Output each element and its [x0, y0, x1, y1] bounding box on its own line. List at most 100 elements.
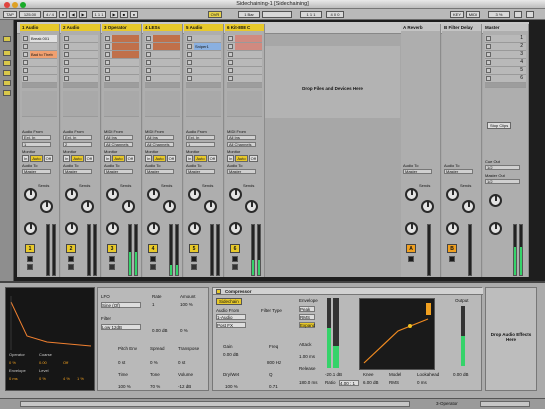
peak-button[interactable]: Peak — [299, 306, 315, 312]
threshold-point[interactable] — [408, 324, 412, 328]
cue-out-menu[interactable]: 1/2 — [485, 165, 520, 170]
track-activator[interactable]: 4 — [148, 244, 158, 253]
clip-slot[interactable] — [104, 75, 139, 83]
solo-button[interactable] — [449, 256, 455, 262]
volume-value[interactable]: -12 dB — [178, 384, 191, 389]
op-env-val-7[interactable]: 1 % — [77, 376, 84, 381]
op-env-val-0[interactable]: 0 % — [9, 360, 16, 365]
amount-value[interactable]: 100 % — [180, 302, 193, 307]
clip[interactable] — [153, 35, 180, 42]
track-activator[interactable]: 2 — [66, 244, 76, 253]
clip-slot[interactable] — [227, 51, 262, 59]
clip[interactable]: Sniper1 — [194, 43, 221, 50]
monitor-off-button[interactable]: Off — [207, 155, 217, 162]
stop-all-clips-button[interactable] — [485, 83, 526, 88]
arrangement-position[interactable]: 1 1 1 — [92, 11, 106, 18]
track-selector[interactable] — [480, 401, 530, 407]
clip-stop-icon[interactable] — [146, 68, 151, 73]
volume-meter[interactable] — [87, 224, 91, 276]
clip-slot[interactable] — [145, 35, 180, 43]
clip-slot[interactable] — [145, 51, 180, 59]
browser-toggle-button[interactable] — [3, 36, 11, 42]
clip-stop-icon[interactable] — [187, 68, 192, 73]
clip-stop-icon[interactable] — [105, 52, 110, 57]
clip-slot[interactable]: Break 001 — [22, 35, 57, 43]
input-channel-menu[interactable]: 1 — [22, 142, 51, 147]
clip[interactable] — [153, 43, 180, 50]
op-env-val-6[interactable]: 4 % — [63, 376, 70, 381]
scene-launch[interactable]: 6 — [485, 75, 526, 83]
clip-stop-icon[interactable] — [64, 60, 69, 65]
clip-slot[interactable] — [104, 51, 139, 59]
master-pan-knob[interactable] — [489, 222, 502, 235]
pan-knob[interactable] — [229, 222, 242, 235]
draw-mode-strip[interactable] — [262, 11, 292, 18]
input-channel-menu[interactable]: 1 — [186, 142, 215, 147]
clip-slot[interactable] — [227, 59, 262, 67]
clip-slot[interactable] — [104, 35, 139, 43]
volume-meter[interactable] — [128, 224, 132, 276]
arm-button[interactable] — [68, 264, 74, 270]
send-b-knob[interactable] — [163, 200, 176, 213]
clip-slot[interactable] — [186, 59, 221, 67]
sc-audio-from-menu[interactable]: 1-Audio — [216, 314, 246, 320]
clip-slot[interactable] — [22, 67, 57, 75]
operator-display[interactable]: Operator Coarse 0 % 0.00 Off Envelope Le… — [5, 287, 95, 391]
browser-places-button[interactable] — [3, 50, 11, 56]
track-title[interactable]: 4 LESs — [143, 24, 182, 31]
track-activator[interactable]: B — [447, 244, 457, 253]
drop-files-area[interactable]: Drop Files and Devices Here — [265, 46, 400, 118]
clip-slot[interactable] — [63, 67, 98, 75]
volume-meter[interactable] — [427, 224, 431, 276]
output-menu[interactable]: Master — [403, 169, 432, 174]
input-source-menu[interactable]: All Ins — [145, 135, 174, 140]
output-menu[interactable]: Master — [63, 169, 92, 174]
threshold-value[interactable]: -20.1 dB — [325, 372, 342, 377]
clip-slot[interactable] — [63, 75, 98, 83]
clip-stop-icon[interactable] — [187, 76, 192, 81]
nudge-down-button[interactable]: ◀ — [69, 11, 77, 18]
volume-meter[interactable] — [210, 224, 214, 276]
send-a-knob[interactable] — [229, 188, 242, 201]
return-title[interactable]: B Filter Delay — [442, 24, 481, 31]
drop-effects-area[interactable]: Drop Audio Effects Here — [485, 287, 537, 391]
clip[interactable] — [112, 35, 139, 42]
quantize-menu[interactable]: 1 Bar — [238, 11, 260, 18]
rms-button[interactable]: RMS — [299, 314, 315, 320]
clip-stop-icon[interactable] — [146, 52, 151, 57]
browser-clips-button[interactable] — [3, 90, 11, 96]
sc-post-fx-menu[interactable]: Post FX — [216, 322, 246, 328]
volume-meter[interactable] — [46, 224, 50, 276]
solo-button[interactable] — [232, 256, 238, 262]
clip-stop-icon[interactable] — [105, 76, 110, 81]
pan-knob[interactable] — [188, 222, 201, 235]
spread-value[interactable]: 0 % — [150, 360, 158, 365]
clip-stop-icon[interactable] — [64, 52, 69, 57]
send-b-knob[interactable] — [122, 200, 135, 213]
return-title[interactable]: A Reverb — [401, 24, 440, 31]
clip-stop-icon[interactable] — [23, 52, 28, 57]
filter-res-value[interactable]: 0 % — [180, 328, 188, 333]
scene-launch[interactable]: 2 — [485, 43, 526, 51]
master-out-menu[interactable]: 1/2 — [485, 179, 520, 184]
rate-value[interactable]: 1 — [152, 302, 155, 307]
ovr-button[interactable]: OVR — [208, 11, 222, 18]
clip-slot[interactable] — [227, 35, 262, 43]
transpose-value[interactable]: 0 st — [178, 360, 185, 365]
clip-slot[interactable] — [227, 43, 262, 51]
send-a-knob[interactable] — [446, 188, 459, 201]
clip-stop-icon[interactable] — [23, 60, 28, 65]
sc-drywet-value[interactable]: 100 % — [225, 384, 238, 389]
monitor-auto-button[interactable]: Auto — [153, 155, 166, 162]
monitor-auto-button[interactable]: Auto — [71, 155, 84, 162]
master-meter-left[interactable] — [513, 224, 517, 276]
clip-slot[interactable] — [145, 43, 180, 51]
clip-slot[interactable] — [22, 75, 57, 83]
clip-empty-area[interactable] — [22, 91, 57, 117]
output-menu[interactable]: Master — [145, 169, 174, 174]
clip-empty-area[interactable] — [227, 91, 262, 117]
send-b-knob[interactable] — [40, 200, 53, 213]
send-b-knob[interactable] — [204, 200, 217, 213]
scene-launch[interactable]: 4 — [485, 59, 526, 67]
clip-slot[interactable] — [227, 67, 262, 75]
